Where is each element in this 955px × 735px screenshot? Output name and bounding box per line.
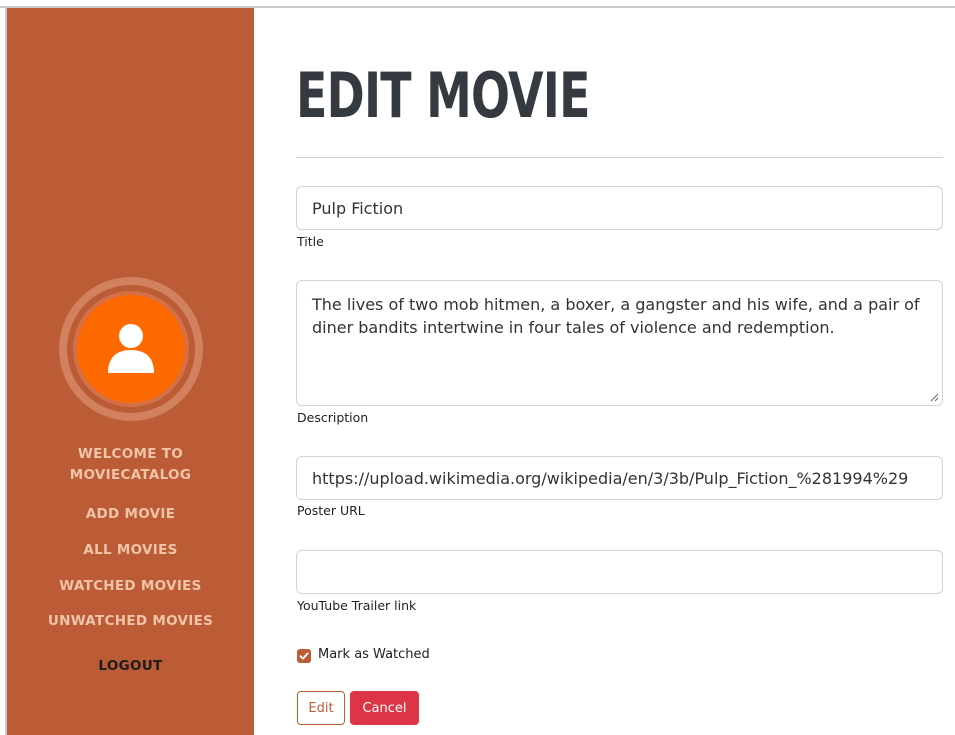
nav-all-movies[interactable]: ALL MOVIES xyxy=(7,540,254,561)
cancel-button[interactable]: Cancel xyxy=(350,691,419,725)
main-content: EDIT MOVIE Pulp Fiction Title The lives … xyxy=(254,8,955,735)
trailer-link-label: YouTube Trailer link xyxy=(297,598,417,613)
welcome-line-1: WELCOME TO xyxy=(77,446,184,462)
avatar xyxy=(59,277,203,421)
title-divider xyxy=(296,157,943,158)
poster-url-label: Poster URL xyxy=(297,503,365,518)
title-label: Title xyxy=(297,234,324,249)
nav-add-movie[interactable]: ADD MOVIE xyxy=(7,504,254,525)
trailer-link-input[interactable] xyxy=(296,550,943,594)
watched-label[interactable]: Mark as Watched xyxy=(318,647,430,662)
welcome-line-2: MOVIECATALOG xyxy=(69,467,192,483)
nav-welcome[interactable]: WELCOME TO MOVIECATALOG xyxy=(7,444,254,486)
description-textarea[interactable]: The lives of two mob hitmen, a boxer, a … xyxy=(296,280,943,406)
description-text: The lives of two mob hitmen, a boxer, a … xyxy=(312,295,920,337)
watched-checkbox[interactable] xyxy=(297,649,311,663)
nav-unwatched-movies[interactable]: UNWATCHED MOVIES xyxy=(7,611,254,632)
nav-watched-movies[interactable]: WATCHED MOVIES xyxy=(7,576,254,597)
nav-logout[interactable]: LOGOUT xyxy=(7,656,254,677)
sidebar: WELCOME TO MOVIECATALOG ADD MOVIE ALL MO… xyxy=(7,8,254,735)
edit-button[interactable]: Edit xyxy=(297,691,345,725)
page-title: EDIT MOVIE xyxy=(296,59,590,132)
user-icon xyxy=(108,324,154,373)
title-input[interactable]: Pulp Fiction xyxy=(296,186,943,230)
resize-handle-icon[interactable] xyxy=(930,393,939,402)
description-label: Description xyxy=(297,410,369,425)
poster-url-input[interactable]: https://upload.wikimedia.org/wikipedia/e… xyxy=(296,456,943,500)
checkmark-icon xyxy=(299,652,309,660)
